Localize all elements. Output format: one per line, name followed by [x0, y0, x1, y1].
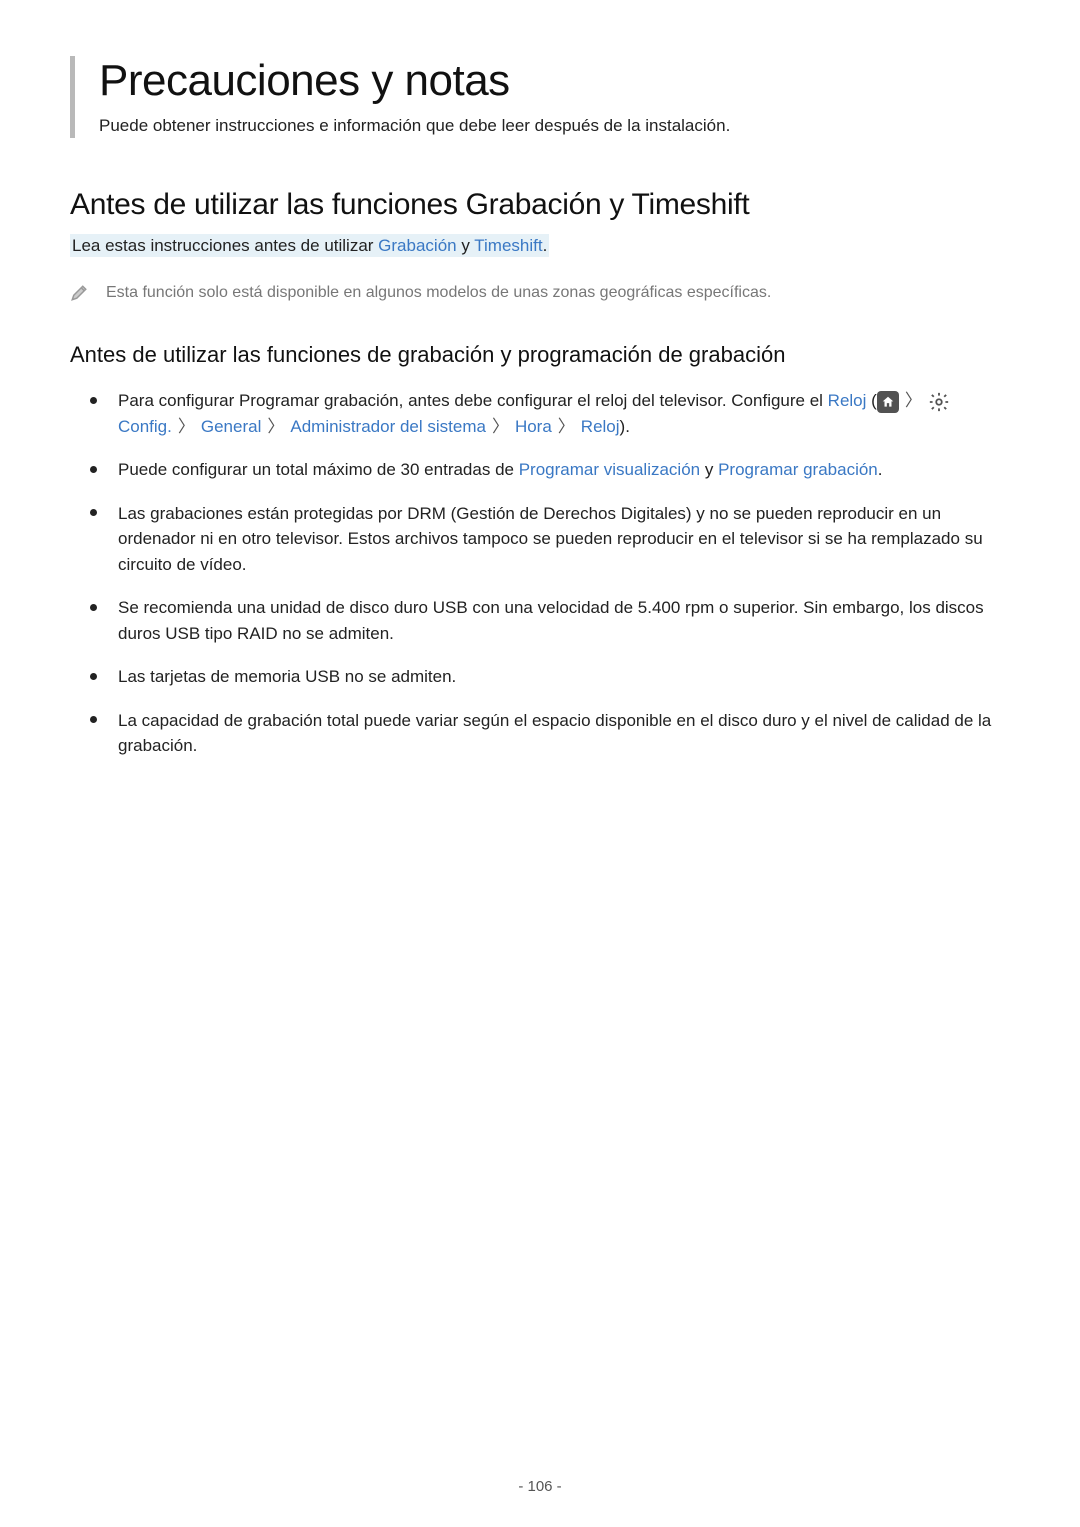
page-number: - 106 - [0, 1478, 1080, 1495]
list-item: Para configurar Programar grabación, ant… [90, 388, 1010, 439]
note-text: Esta función solo está disponible en alg… [106, 284, 771, 302]
lead-text: . [543, 236, 548, 255]
link-admin[interactable]: Administrador del sistema [290, 417, 486, 436]
list-text: y [700, 460, 718, 479]
lead-paragraph: Lea estas instrucciones antes de utiliza… [70, 236, 1010, 256]
chevron-right-icon: 〉 [261, 417, 290, 436]
title-block: Precauciones y notas Puede obtener instr… [70, 56, 1010, 138]
chevron-right-icon: 〉 [552, 417, 581, 436]
list-item: Las tarjetas de memoria USB no se admite… [90, 664, 1010, 690]
bullet-list: Para configurar Programar grabación, ant… [90, 388, 1010, 759]
list-text: Puede configurar un total máximo de 30 e… [118, 460, 519, 479]
section-heading: Antes de utilizar las funciones Grabació… [70, 188, 1010, 222]
lead-text: Lea estas instrucciones antes de utiliza… [72, 236, 378, 255]
list-text: ( [866, 391, 876, 410]
link-timeshift[interactable]: Timeshift [474, 236, 542, 255]
page: Precauciones y notas Puede obtener instr… [0, 0, 1080, 1527]
chevron-right-icon: 〉 [899, 391, 928, 410]
list-text: Para configurar Programar grabación, ant… [118, 391, 828, 410]
page-subtitle: Puede obtener instrucciones e informació… [99, 116, 1010, 138]
link-reloj-path[interactable]: Reloj [581, 417, 620, 436]
list-item: Las grabaciones están protegidas por DRM… [90, 501, 1010, 578]
home-icon [877, 391, 899, 413]
list-text: ). [620, 417, 630, 436]
list-item: La capacidad de grabación total puede va… [90, 708, 1010, 759]
gear-icon [928, 391, 950, 413]
link-general[interactable]: General [201, 417, 261, 436]
note-row: Esta función solo está disponible en alg… [70, 284, 1010, 302]
lead-text: y [457, 236, 475, 255]
link-reloj[interactable]: Reloj [828, 391, 867, 410]
list-item: Puede configurar un total máximo de 30 e… [90, 457, 1010, 483]
lead-highlight: Lea estas instrucciones antes de utiliza… [70, 234, 549, 257]
pencil-icon [70, 284, 88, 302]
link-grabacion[interactable]: Grabación [378, 236, 456, 255]
link-programar-visualizacion[interactable]: Programar visualización [519, 460, 700, 479]
list-item: Se recomienda una unidad de disco duro U… [90, 595, 1010, 646]
link-hora[interactable]: Hora [515, 417, 552, 436]
page-title: Precauciones y notas [99, 56, 1010, 106]
chevron-right-icon: 〉 [172, 417, 201, 436]
link-programar-grabacion[interactable]: Programar grabación [718, 460, 878, 479]
chevron-right-icon: 〉 [486, 417, 515, 436]
subsection-heading: Antes de utilizar las funciones de graba… [70, 342, 1010, 368]
list-text: . [878, 460, 883, 479]
link-config[interactable]: Config. [118, 417, 172, 436]
